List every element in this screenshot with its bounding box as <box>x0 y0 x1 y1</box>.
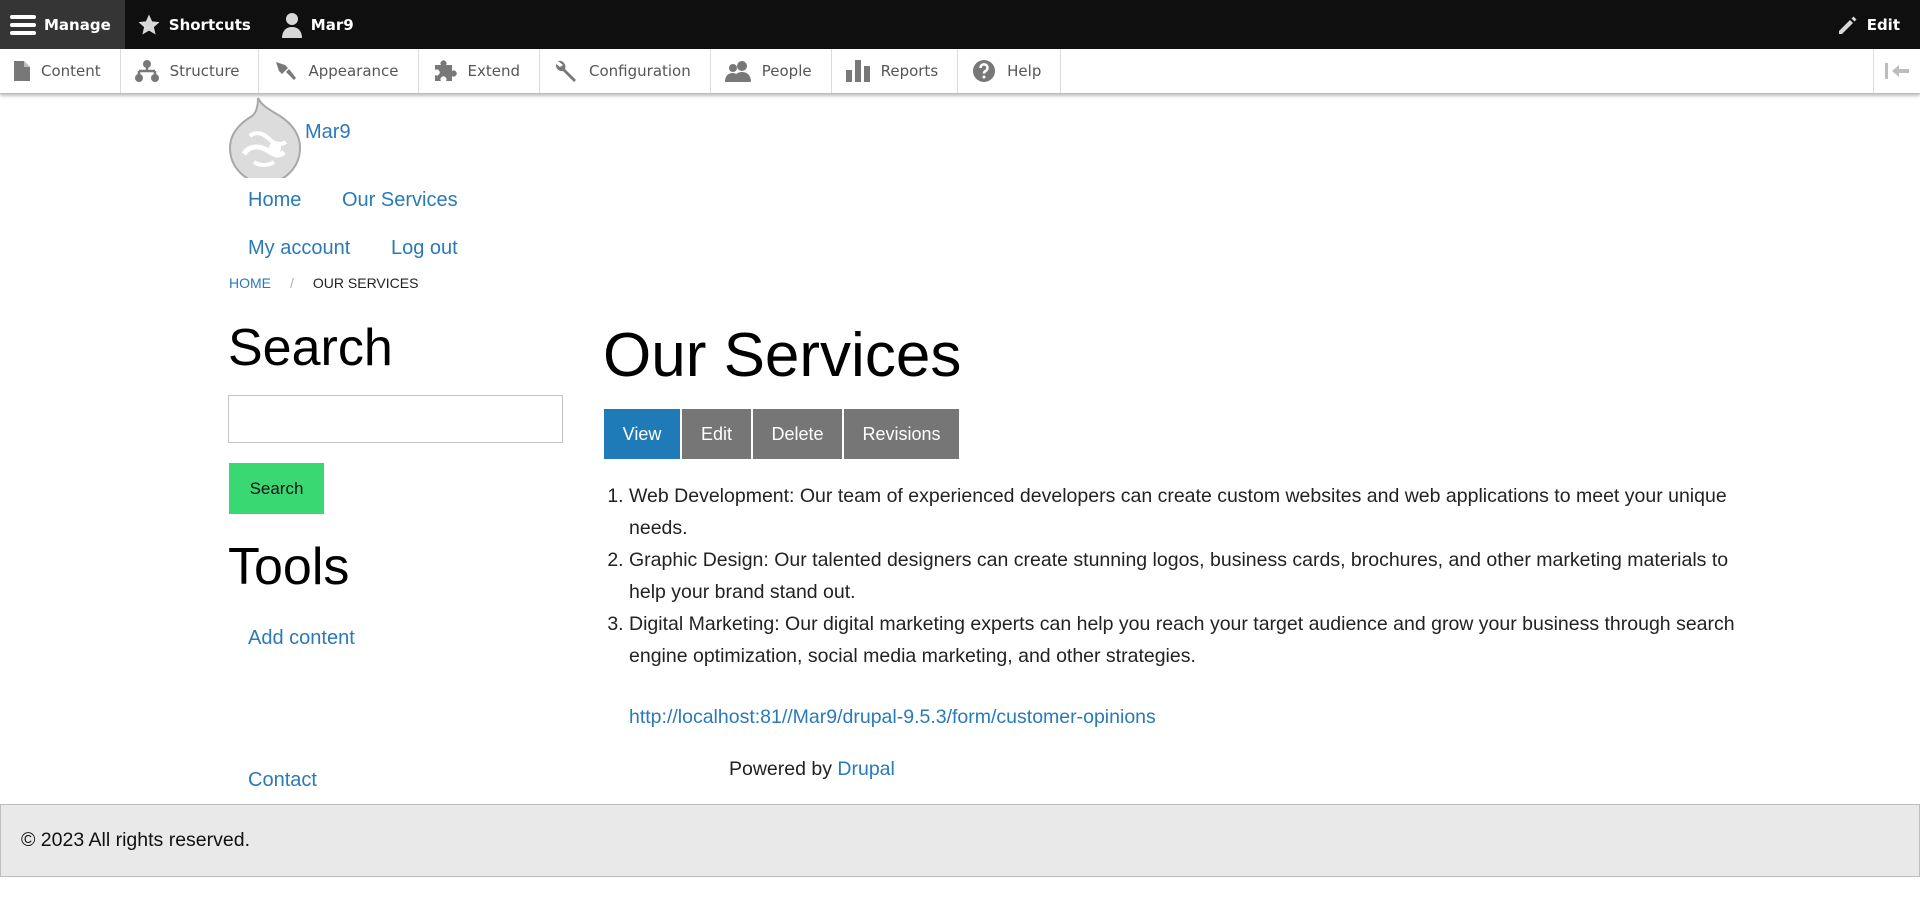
search-heading: Search <box>228 319 393 377</box>
tray-item-reports[interactable]: Reports <box>832 49 959 93</box>
bar-chart-icon <box>845 60 870 82</box>
help-icon <box>973 60 996 82</box>
paintbrush-icon <box>276 62 297 80</box>
tray-item-structure[interactable]: Structure <box>121 49 260 93</box>
breadcrumb-home[interactable]: HOME <box>229 275 271 291</box>
tray-item-configuration[interactable]: Configuration <box>540 49 711 93</box>
sitemap-icon <box>134 60 159 82</box>
nav-log-out[interactable]: Log out <box>391 237 458 260</box>
tray-item-label: Configuration <box>589 62 691 80</box>
people-icon <box>724 61 751 82</box>
admin-toolbar: Manage Shortcuts Mar9 Edit <box>0 0 1920 49</box>
tray-item-extend[interactable]: Extend <box>419 49 541 93</box>
tray-item-label: Content <box>41 62 101 80</box>
star-icon <box>138 14 160 34</box>
tab-delete[interactable]: Delete <box>753 409 842 459</box>
page-title: Our Services <box>603 321 962 390</box>
tab-revisions[interactable]: Revisions <box>844 409 959 459</box>
local-tasks-tabs: View Edit Delete Revisions <box>604 409 961 459</box>
nav-home[interactable]: Home <box>248 189 301 212</box>
user-label: Mar9 <box>310 15 354 34</box>
admin-tray: Content Structure Appearance Extend Conf… <box>0 49 1920 94</box>
manage-label: Manage <box>44 15 111 34</box>
edit-tab[interactable]: Edit <box>1827 0 1920 49</box>
tray-orientation-toggle[interactable] <box>1873 49 1920 93</box>
tray-item-help[interactable]: Help <box>958 49 1062 93</box>
tray-item-label: Reports <box>880 62 939 80</box>
nav-my-account[interactable]: My account <box>248 237 350 260</box>
shortcuts-label: Shortcuts <box>168 15 251 34</box>
tray-item-label: People <box>761 62 812 80</box>
collapse-arrow-icon <box>1885 63 1909 79</box>
site-footer: © 2023 All rights reserved. <box>0 804 1920 877</box>
manage-tab[interactable]: Manage <box>0 0 125 49</box>
tray-item-label: Appearance <box>308 62 399 80</box>
list-item: Web Development: Our team of experienced… <box>629 480 1739 544</box>
wrench-icon <box>555 60 577 82</box>
list-item: Graphic Design: Our talented designers c… <box>629 544 1739 608</box>
contact-link[interactable]: Contact <box>248 769 317 792</box>
nav-our-services[interactable]: Our Services <box>342 189 458 212</box>
site-name-link[interactable]: Mar9 <box>305 121 351 144</box>
user-icon <box>281 12 302 38</box>
copyright-text: © 2023 All rights reserved. <box>21 829 250 851</box>
pencil-icon <box>1838 16 1857 34</box>
services-list: Web Development: Our team of experienced… <box>604 480 1739 672</box>
tray-item-label: Help <box>1007 62 1042 80</box>
tray-item-appearance[interactable]: Appearance <box>259 49 419 93</box>
user-tab[interactable]: Mar9 <box>265 0 368 49</box>
customer-opinions-link[interactable]: http://localhost:81//Mar9/drupal-9.5.3/f… <box>629 706 1156 729</box>
powered-by-text: Powered by <box>729 758 838 780</box>
puzzle-icon <box>434 60 457 81</box>
tray-item-label: Structure <box>169 62 240 80</box>
shortcuts-tab[interactable]: Shortcuts <box>125 0 265 49</box>
tray-item-label: Extend <box>467 62 521 80</box>
breadcrumb-current: OUR SERVICES <box>312 275 419 291</box>
search-button[interactable]: Search <box>229 463 324 514</box>
hamburger-icon <box>10 14 36 35</box>
file-icon <box>14 61 30 81</box>
powered-by: Powered by Drupal <box>729 758 895 781</box>
tab-view[interactable]: View <box>604 409 680 459</box>
edit-label: Edit <box>1866 15 1900 34</box>
list-item: Digital Marketing: Our digital marketing… <box>629 608 1739 672</box>
tray-item-people[interactable]: People <box>711 49 832 93</box>
tab-edit[interactable]: Edit <box>682 409 751 459</box>
breadcrumb: HOME / OUR SERVICES <box>229 275 418 291</box>
tools-heading: Tools <box>228 538 350 596</box>
drupal-link[interactable]: Drupal <box>837 758 894 780</box>
drupal-logo[interactable] <box>228 96 302 178</box>
tray-item-content[interactable]: Content <box>0 49 121 93</box>
breadcrumb-separator: / <box>290 275 294 291</box>
search-input[interactable] <box>228 395 563 443</box>
add-content-link[interactable]: Add content <box>248 627 355 650</box>
